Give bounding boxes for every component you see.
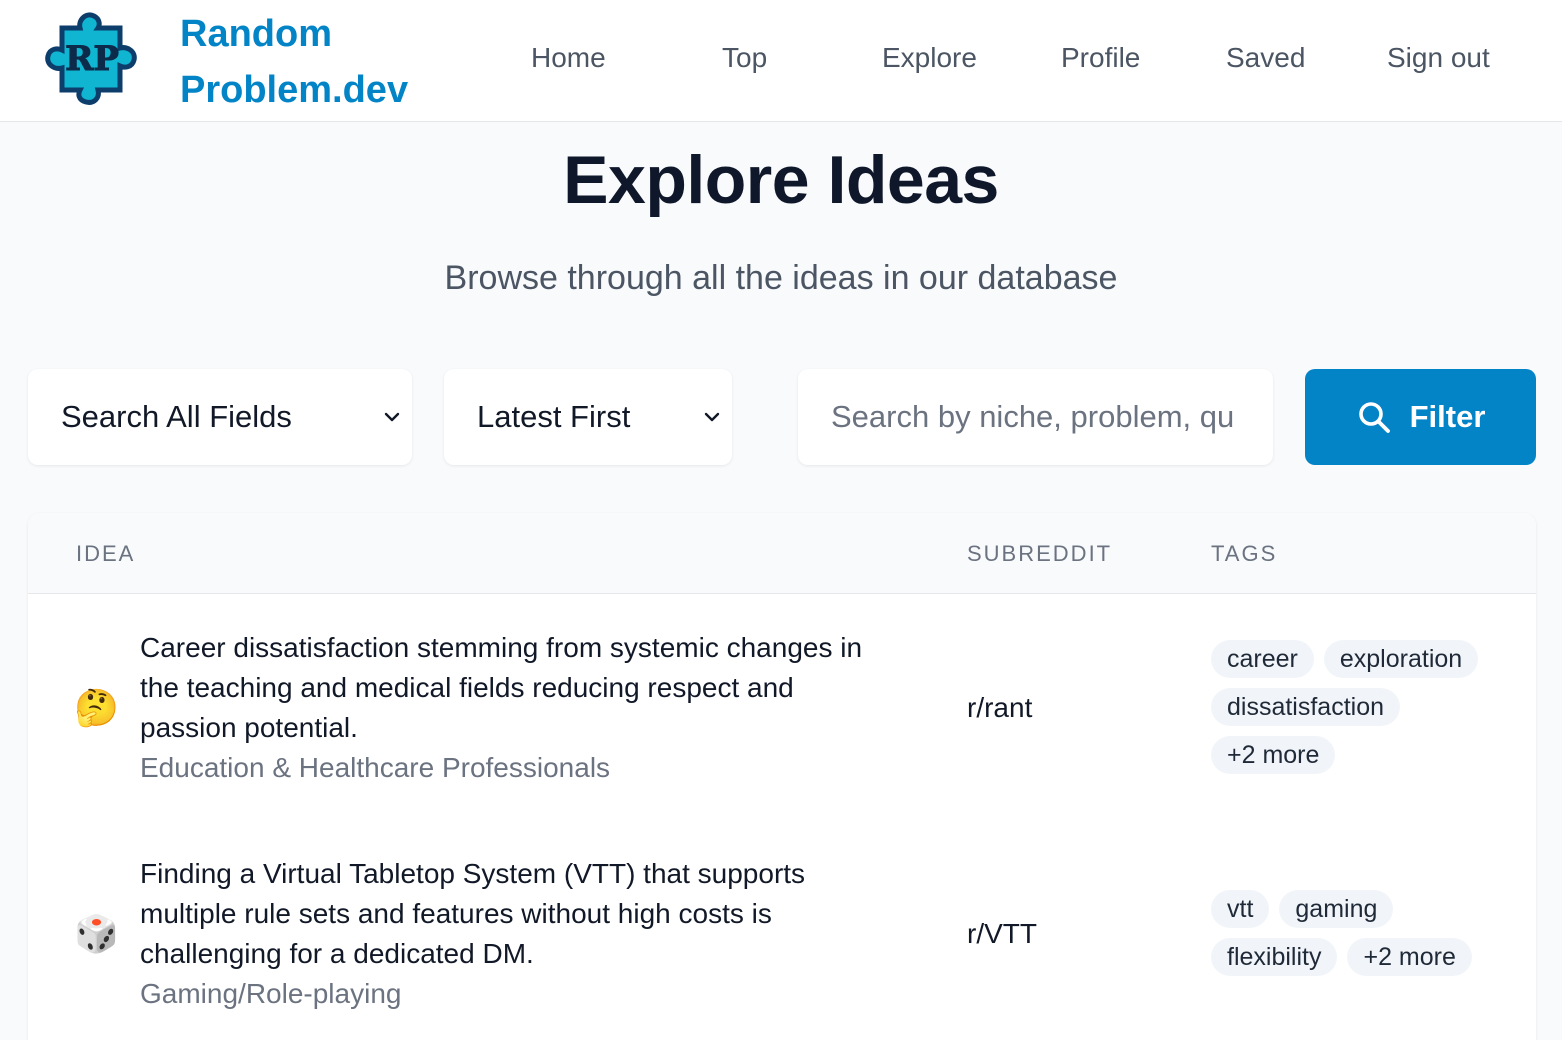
subreddit-link[interactable]: r/rant [967, 688, 1032, 728]
nav-saved[interactable]: Saved [1226, 36, 1305, 80]
ideas-table: IDEA SUBREDDIT TAGS 🤔 Career dissatisfac… [28, 513, 1536, 1040]
nav-home[interactable]: Home [531, 36, 606, 80]
nav-sign-out[interactable]: Sign out [1387, 36, 1490, 80]
tag-chip[interactable]: gaming [1279, 890, 1394, 928]
brand-name[interactable]: Random Problem.dev [180, 6, 440, 118]
table-row[interactable]: 🎲 Finding a Virtual Tabletop System (VTT… [28, 820, 1536, 1040]
idea-niche: Gaming/Role-playing [140, 978, 402, 1009]
sort-select-value: Latest First [477, 399, 631, 434]
filter-button[interactable]: Filter [1305, 369, 1536, 465]
tag-chip[interactable]: vtt [1211, 890, 1270, 928]
logo-link[interactable]: RP [40, 6, 144, 110]
tag-chip[interactable]: career [1211, 640, 1314, 678]
svg-text:RP: RP [65, 39, 119, 79]
more-tags-chip[interactable]: +2 more [1211, 736, 1336, 774]
table-row[interactable]: 🤔 Career dissatisfaction stemming from s… [28, 594, 1536, 820]
chevron-down-icon [704, 412, 720, 422]
search-icon [1358, 402, 1390, 433]
site-header: RP Random Problem.dev Home Top Explore P… [0, 0, 1562, 122]
chevron-down-icon [384, 412, 400, 422]
more-tags-chip[interactable]: +2 more [1347, 938, 1472, 976]
brand-line-2: Problem.dev [180, 69, 409, 111]
search-box [798, 369, 1273, 465]
sort-select[interactable]: Latest First [444, 369, 732, 465]
page-subtitle: Browse through all the ideas in our data… [444, 259, 1118, 297]
column-header-subreddit: SUBREDDIT [967, 541, 1113, 566]
nav-explore[interactable]: Explore [882, 36, 977, 80]
nav-top[interactable]: Top [722, 36, 767, 80]
tag-chip[interactable]: flexibility [1211, 938, 1338, 976]
tag-chip[interactable]: dissatisfaction [1211, 688, 1401, 726]
game-die-icon: 🎲 [74, 913, 119, 954]
tag-list: career exploration dissatisfaction +2 mo… [1211, 640, 1501, 774]
column-header-tags: TAGS [1211, 541, 1278, 566]
nav-profile[interactable]: Profile [1061, 36, 1140, 80]
table-header: IDEA SUBREDDIT TAGS [28, 513, 1536, 594]
filter-button-label: Filter [1409, 399, 1486, 434]
field-select[interactable]: Search All Fields [28, 369, 412, 465]
idea-title: Finding a Virtual Tabletop System (VTT) … [140, 858, 806, 969]
tag-chip[interactable]: exploration [1323, 640, 1479, 678]
column-header-idea: IDEA [76, 541, 136, 566]
field-select-value: Search All Fields [61, 399, 292, 434]
puzzle-piece-icon: RP [45, 12, 137, 105]
idea-niche: Education & Healthcare Professionals [140, 752, 611, 783]
subreddit-link[interactable]: r/VTT [967, 914, 1037, 954]
page-title: Explore Ideas [563, 142, 999, 218]
idea-title: Career dissatisfaction stemming from sys… [140, 632, 863, 743]
tag-list: vtt gaming flexibility +2 more [1211, 890, 1501, 976]
search-input[interactable] [831, 399, 1243, 435]
thinking-face-icon: 🤔 [74, 687, 119, 728]
brand-line-1: Random [180, 13, 332, 55]
